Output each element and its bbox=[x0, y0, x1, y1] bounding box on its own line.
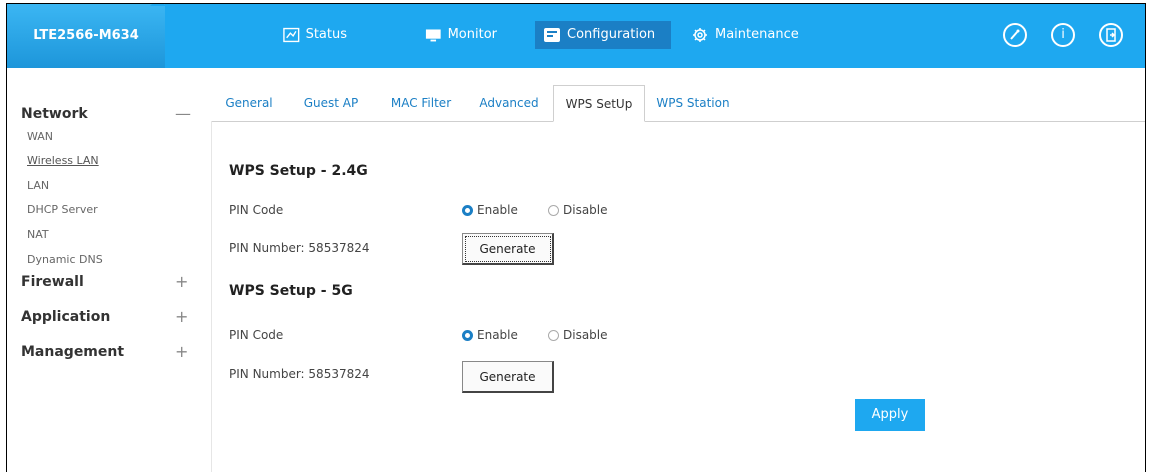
tab-guest-ap[interactable]: Guest AP bbox=[297, 85, 365, 121]
radio-enable-24g[interactable]: Enable bbox=[462, 203, 518, 217]
sidebar-item-wireless-lan[interactable]: Wireless LAN bbox=[27, 154, 99, 167]
nav-monitor-label: Monitor bbox=[447, 27, 497, 42]
nav-configuration[interactable]: Configuration bbox=[535, 21, 671, 49]
sidebar-firewall[interactable]: Firewall bbox=[21, 274, 84, 290]
radio-disable-5g[interactable]: Disable bbox=[548, 328, 608, 342]
nav-configuration-label: Configuration bbox=[567, 27, 656, 42]
logout-icon[interactable] bbox=[1099, 23, 1123, 47]
sidebar-item-wan[interactable]: WAN bbox=[27, 130, 53, 143]
nav-status-label: Status bbox=[305, 27, 347, 42]
top-navigation-bar: LTE2566-M634 Status Monitor Configuratio… bbox=[7, 4, 1145, 68]
nav-monitor[interactable]: Monitor bbox=[417, 21, 505, 49]
nav-maintenance[interactable]: Maintenance bbox=[683, 21, 815, 49]
tab-advanced[interactable]: Advanced bbox=[471, 85, 547, 121]
radio-enable-5g[interactable]: Enable bbox=[462, 328, 518, 342]
tab-general[interactable]: General bbox=[219, 85, 279, 121]
main-content: WPS Setup - 2.4G PIN Code Enable Disable… bbox=[211, 121, 1145, 472]
nav-status[interactable]: Status bbox=[275, 21, 355, 49]
tab-wps-setup[interactable]: WPS SetUp bbox=[553, 85, 645, 122]
apply-button[interactable]: Apply bbox=[855, 399, 925, 431]
expand-icon[interactable]: + bbox=[175, 272, 188, 291]
section-title-wps-5g: WPS Setup - 5G bbox=[229, 283, 353, 299]
collapse-icon[interactable]: — bbox=[175, 104, 191, 123]
sidebar: Network — WAN Wireless LAN LAN DHCP Serv… bbox=[7, 68, 199, 472]
configuration-icon bbox=[544, 28, 560, 42]
radio-disable-24g[interactable]: Disable bbox=[548, 203, 608, 217]
radio-enable-label: Enable bbox=[477, 203, 518, 217]
expand-icon[interactable]: + bbox=[175, 307, 188, 326]
pin-number-24g: PIN Number: 58537824 bbox=[229, 241, 370, 255]
sidebar-network[interactable]: Network bbox=[21, 106, 88, 122]
section-title-wps-24g: WPS Setup - 2.4G bbox=[229, 163, 368, 179]
app-window: LTE2566-M634 Status Monitor Configuratio… bbox=[6, 3, 1146, 472]
sidebar-item-nat[interactable]: NAT bbox=[27, 228, 49, 241]
radio-enable-label: Enable bbox=[477, 328, 518, 342]
generate-button-24g[interactable]: Generate bbox=[462, 233, 554, 265]
radio-unselected-icon bbox=[548, 204, 559, 216]
pin-code-label: PIN Code bbox=[229, 203, 284, 217]
radio-selected-icon bbox=[462, 204, 473, 216]
gear-icon bbox=[693, 28, 707, 42]
sidebar-item-dhcp-server[interactable]: DHCP Server bbox=[27, 203, 98, 216]
status-icon bbox=[283, 27, 300, 43]
expand-icon[interactable]: + bbox=[175, 342, 188, 361]
radio-unselected-icon bbox=[548, 329, 559, 341]
model-name: LTE2566-M634 bbox=[7, 4, 166, 68]
sidebar-item-dynamic-dns[interactable]: Dynamic DNS bbox=[27, 253, 103, 266]
tab-mac-filter[interactable]: MAC Filter bbox=[381, 85, 461, 121]
radio-disable-label: Disable bbox=[563, 203, 608, 217]
pin-number-5g: PIN Number: 58537824 bbox=[229, 367, 370, 381]
sidebar-application[interactable]: Application bbox=[21, 309, 110, 325]
info-icon[interactable]: i bbox=[1051, 23, 1075, 47]
tab-bar: General Guest AP MAC Filter Advanced WPS… bbox=[211, 85, 1145, 122]
wizard-icon[interactable] bbox=[1003, 23, 1027, 47]
sidebar-management[interactable]: Management bbox=[21, 344, 124, 360]
tab-wps-station[interactable]: WPS Station bbox=[651, 85, 735, 121]
radio-selected-icon bbox=[462, 329, 473, 341]
nav-maintenance-label: Maintenance bbox=[715, 27, 799, 42]
pin-code-label: PIN Code bbox=[229, 328, 284, 342]
radio-disable-label: Disable bbox=[563, 328, 608, 342]
generate-button-5g[interactable]: Generate bbox=[462, 361, 554, 393]
monitor-icon bbox=[425, 29, 441, 42]
sidebar-item-lan[interactable]: LAN bbox=[27, 179, 49, 192]
